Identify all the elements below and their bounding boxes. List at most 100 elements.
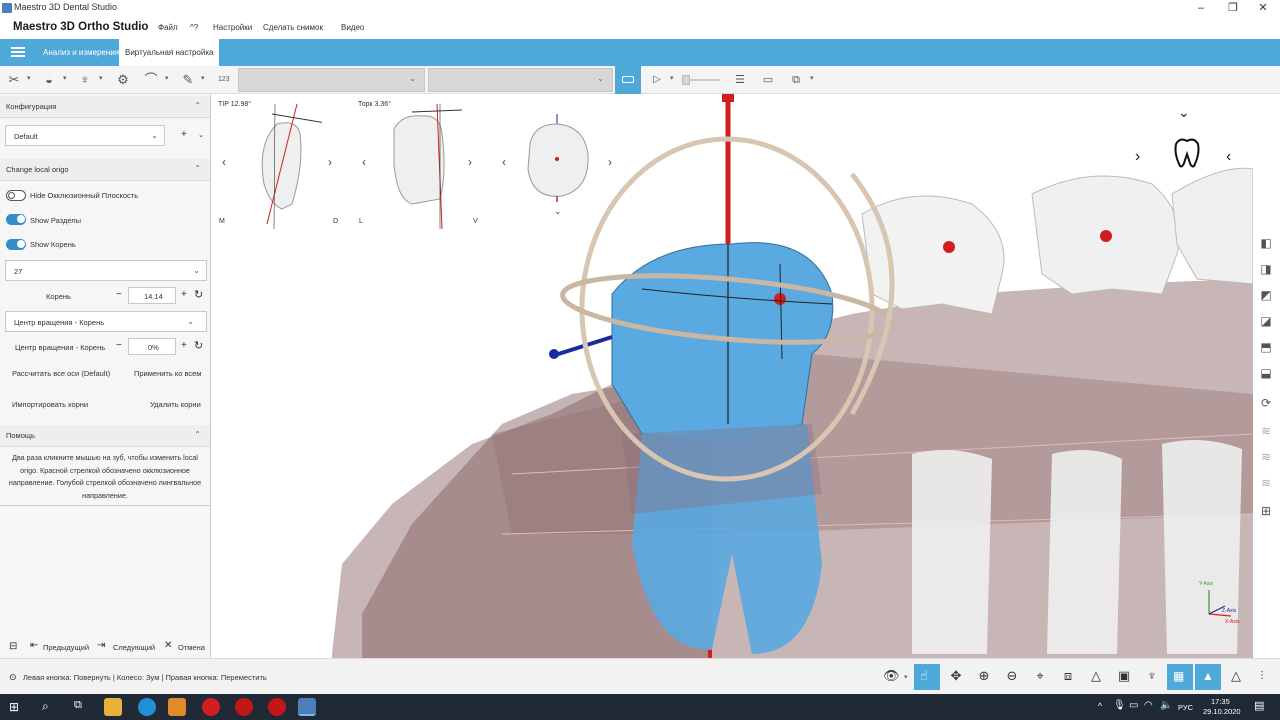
- rotation-center-input[interactable]: 0%: [128, 338, 176, 355]
- reset-icon[interactable]: ↻: [194, 339, 203, 352]
- grid-icon[interactable]: ⊞: [1259, 504, 1273, 518]
- search-icon[interactable]: ⌕: [42, 699, 49, 714]
- visibility-eye-icon[interactable]: 👁: [883, 668, 900, 684]
- root-decrement-button[interactable]: −: [116, 289, 122, 300]
- view-top-icon[interactable]: ⬒: [1259, 340, 1273, 354]
- rotation-down-arrow-icon[interactable]: ⌄: [554, 206, 562, 217]
- chevron-down-icon[interactable]: ▾: [27, 74, 31, 82]
- chevron-down-icon[interactable]: ▾: [670, 74, 674, 82]
- wifi-icon[interactable]: ◠: [1144, 700, 1153, 711]
- occlusal-plane-toggle[interactable]: [6, 190, 26, 201]
- combo-right[interactable]: ⌄: [428, 68, 613, 92]
- chevron-up-icon[interactable]: ⌃: [194, 430, 201, 439]
- delete-roots-button[interactable]: Удалить корни: [150, 400, 201, 409]
- nav-right-icon[interactable]: ›: [1135, 148, 1140, 166]
- telegram-icon[interactable]: [168, 698, 186, 716]
- sections-toggle[interactable]: [6, 214, 26, 225]
- tooth-tool-icon[interactable]: ♆: [77, 72, 93, 88]
- compare-icon[interactable]: ▭: [760, 72, 776, 88]
- tray-expand-icon[interactable]: ^: [1098, 701, 1102, 711]
- chevron-down-icon[interactable]: ▾: [99, 74, 103, 82]
- select-tool-button[interactable]: ☝: [914, 664, 940, 690]
- chevron-down-icon[interactable]: ▾: [201, 74, 205, 82]
- rotation-prev-arrow-icon[interactable]: ‹: [502, 155, 506, 169]
- cut-icon[interactable]: ✂: [6, 72, 22, 88]
- chevron-down-icon[interactable]: ⌄: [198, 130, 204, 139]
- slider-handle[interactable]: [682, 75, 690, 85]
- add-config-button[interactable]: +: [181, 129, 187, 140]
- nav-up-icon[interactable]: ⌄: [1178, 104, 1190, 121]
- zoom-in-icon[interactable]: ⊕: [976, 668, 992, 684]
- roots-toggle[interactable]: [6, 239, 26, 250]
- menu-screenshot[interactable]: Сделать снимок: [263, 23, 323, 32]
- nav-left-icon[interactable]: ‹: [1226, 148, 1231, 166]
- tip-next-arrow-icon[interactable]: ›: [328, 155, 332, 169]
- play-icon[interactable]: ▷: [649, 72, 665, 88]
- chevron-down-icon[interactable]: ▾: [904, 673, 908, 681]
- view-left-icon[interactable]: ◩: [1259, 288, 1273, 302]
- maestro-app-icon[interactable]: [298, 698, 316, 716]
- torque-prev-arrow-icon[interactable]: ‹: [362, 155, 366, 169]
- chevron-down-icon[interactable]: ▾: [810, 74, 814, 82]
- rotate-view-icon[interactable]: ⟳: [1259, 396, 1273, 410]
- pencil-icon[interactable]: ✎: [180, 72, 196, 88]
- move-tool-icon[interactable]: ✥: [948, 668, 964, 684]
- occlusion-toggle-button[interactable]: ▲: [1195, 664, 1221, 690]
- network-icon[interactable]: ▭: [1129, 700, 1138, 711]
- reset-icon[interactable]: ↻: [194, 288, 203, 301]
- help-section-header[interactable]: Помощь ⌃: [0, 425, 210, 447]
- crop-icon[interactable]: ⧈: [1060, 668, 1076, 684]
- chevron-up-icon[interactable]: ⌃: [194, 101, 201, 110]
- next-button[interactable]: Следующий: [113, 643, 155, 652]
- menu-file[interactable]: Файл: [158, 23, 178, 32]
- task-view-icon[interactable]: ⧉: [74, 699, 82, 712]
- language-indicator[interactable]: РУС: [1178, 703, 1193, 712]
- dental-model-render[interactable]: [212, 94, 1253, 658]
- tab-analysis[interactable]: Анализ и измерения: [37, 39, 125, 66]
- previous-button[interactable]: Предыдущий: [43, 643, 89, 652]
- recorder-icon[interactable]: [235, 698, 253, 716]
- config-section-header[interactable]: Конфигурация ⌃: [0, 96, 210, 118]
- outline-triangle-icon[interactable]: △: [1228, 668, 1244, 684]
- panel-toggle-icon[interactable]: ⊟: [9, 641, 17, 652]
- zoom-out-icon[interactable]: ⊖: [1004, 668, 1020, 684]
- attachment-icon[interactable]: ⚙: [115, 72, 131, 88]
- upper-jaw-icon[interactable]: ≋: [1259, 424, 1273, 438]
- grid-toggle-button[interactable]: ▦: [1167, 664, 1193, 690]
- hamburger-menu-icon[interactable]: [11, 47, 25, 57]
- numbering-toggle[interactable]: 123: [218, 76, 230, 83]
- display-mode-button[interactable]: [615, 66, 641, 94]
- maximize-button[interactable]: ❐: [1216, 0, 1250, 16]
- view-back-icon[interactable]: ◨: [1259, 262, 1273, 276]
- tooth-navigator-icon[interactable]: [1172, 136, 1202, 170]
- windows-start-icon[interactable]: ⊞: [9, 700, 19, 714]
- lips-icon[interactable]: ◒: [41, 72, 57, 88]
- menu-video[interactable]: Видео: [341, 23, 364, 32]
- root-length-input[interactable]: 14.14: [128, 287, 176, 304]
- rotation-increment-button[interactable]: +: [181, 340, 187, 351]
- cancel-icon[interactable]: ✕: [164, 640, 172, 651]
- stages-icon[interactable]: ☰: [732, 72, 748, 88]
- center-target-icon[interactable]: ⌖: [1032, 668, 1048, 684]
- arch-icon[interactable]: ⌒: [143, 72, 159, 88]
- menu-settings[interactable]: Настройки: [213, 23, 252, 32]
- rotation-center-select[interactable]: Центр вращения - Корень ⌄: [5, 311, 207, 332]
- both-jaws-icon[interactable]: ≋: [1259, 476, 1273, 490]
- menu-help[interactable]: ^?: [190, 23, 198, 32]
- 3d-viewport[interactable]: TIP 12.98° Торк 3.36° ‹ › ‹ › ‹ › ⌄ M D …: [212, 94, 1253, 658]
- view-right-icon[interactable]: ◪: [1259, 314, 1273, 328]
- lower-jaw-icon[interactable]: ≋: [1259, 450, 1273, 464]
- export-icon[interactable]: ⧉: [788, 72, 804, 88]
- config-select[interactable]: Default ⌄: [5, 125, 165, 146]
- volume-icon[interactable]: 🔈: [1160, 700, 1172, 711]
- tab-virtual-setup[interactable]: Виртуальная настройка: [119, 39, 220, 66]
- recorder2-icon[interactable]: [268, 698, 286, 716]
- minimize-button[interactable]: –: [1184, 0, 1218, 16]
- root-increment-button[interactable]: +: [181, 289, 187, 300]
- measure-icon[interactable]: △: [1088, 668, 1104, 684]
- next-icon[interactable]: ⇥: [97, 640, 105, 651]
- view-bottom-icon[interactable]: ⬓: [1259, 366, 1273, 380]
- combo-left[interactable]: ⌄: [238, 68, 425, 92]
- notifications-icon[interactable]: ▤: [1254, 699, 1264, 712]
- microphone-icon[interactable]: 🎙: [1113, 700, 1126, 711]
